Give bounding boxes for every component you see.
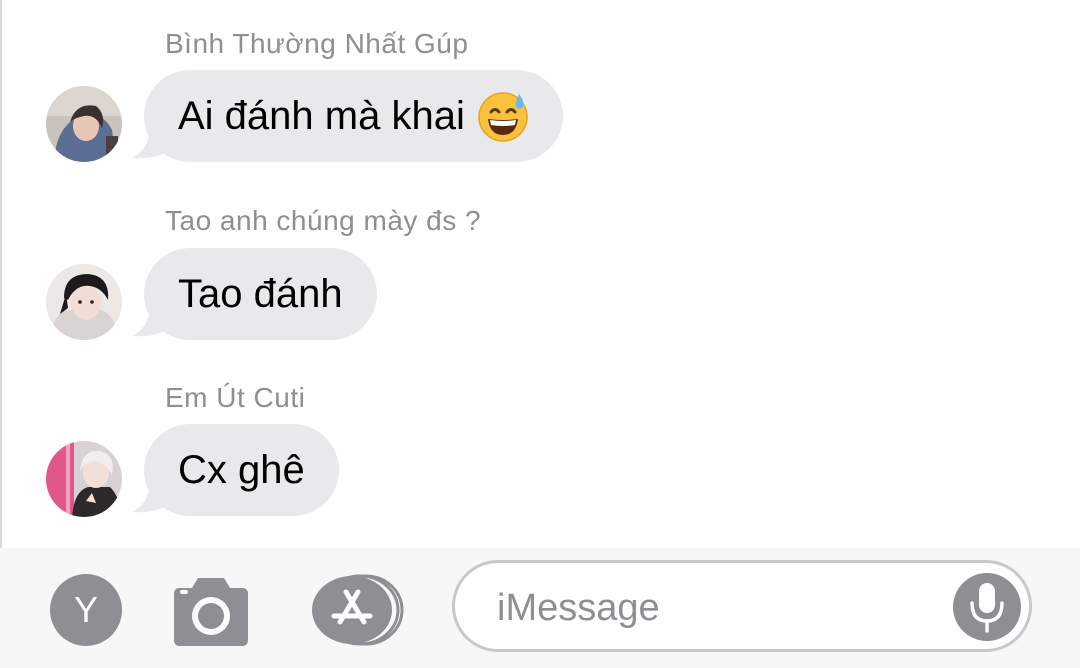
grinning-sweat-emoji-icon	[478, 92, 528, 142]
dictation-button[interactable]	[953, 573, 1021, 641]
app-store-button[interactable]	[308, 574, 408, 646]
sender-name: Tao anh chúng mày đs ?	[165, 205, 482, 236]
microphone-icon	[970, 583, 1004, 633]
message-text: Ai đánh mà khai	[178, 93, 465, 138]
sender-name: Bình Thường Nhất Gúp	[165, 28, 469, 59]
y-app-button[interactable]: Y	[50, 574, 122, 646]
camera-button[interactable]	[168, 574, 254, 648]
message-text: Cx ghê	[178, 447, 305, 492]
camera-icon	[174, 578, 248, 646]
message-bubble[interactable]: Ai đánh mà khai	[130, 70, 563, 162]
avatar[interactable]	[46, 441, 122, 517]
avatar[interactable]	[46, 264, 122, 340]
app-store-icon	[312, 574, 404, 646]
message-text: Tao đánh	[178, 271, 343, 316]
message-bubble[interactable]: Cx ghê	[130, 424, 339, 516]
imessage-placeholder: iMessage	[497, 587, 660, 629]
imessage-input[interactable]: iMessage	[452, 560, 1032, 652]
message-thread[interactable]: Bình Thường Nhất Gúp Ai đánh mà khai Tao…	[0, 0, 1080, 540]
message-bubble[interactable]: Tao đánh	[130, 248, 377, 340]
sender-name: Em Út Cuti	[165, 382, 306, 413]
avatar[interactable]	[46, 86, 122, 162]
y-app-label: Y	[73, 589, 98, 630]
